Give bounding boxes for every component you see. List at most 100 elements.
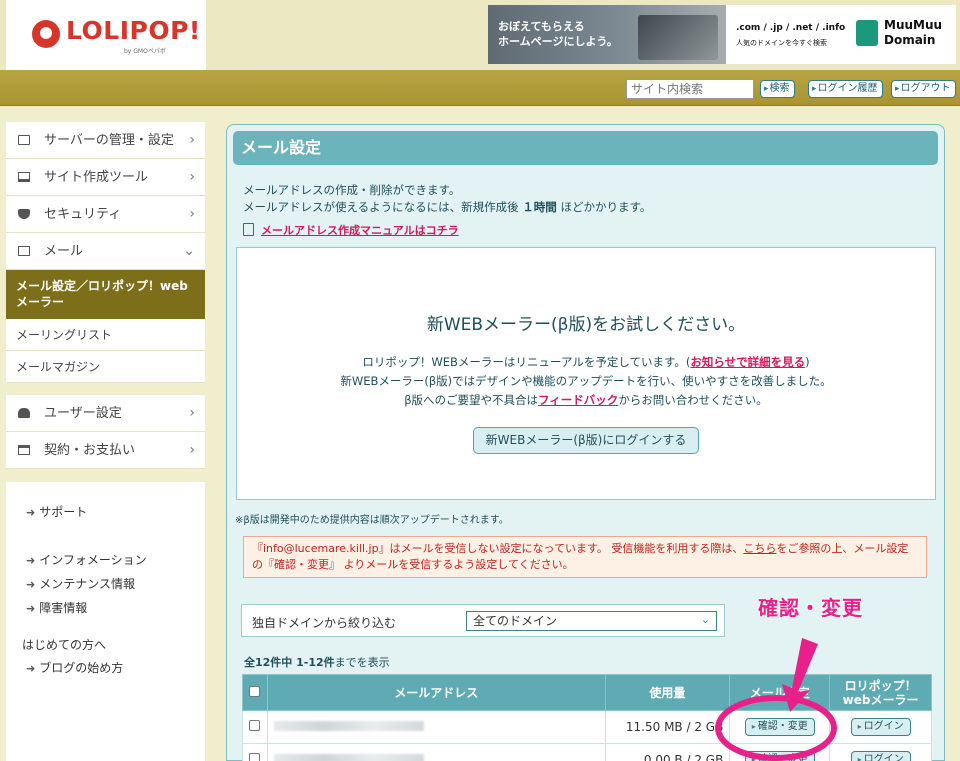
banner-domains: .com / .jp / .net / .info xyxy=(736,23,846,33)
login-history-button[interactable]: ログイン履歴 xyxy=(808,80,883,98)
col-address: メールアドレス xyxy=(266,674,606,711)
banner-tagline: 人気のドメインを今すぐ検索 xyxy=(736,39,827,47)
blog-guide-link[interactable]: ➜ ブログの始め方 xyxy=(26,656,205,680)
row-checkbox[interactable] xyxy=(249,753,261,761)
sidebar-item-label: メール xyxy=(44,244,84,259)
user-icon xyxy=(18,408,30,418)
link-label: インフォメーション xyxy=(39,553,147,567)
sidebar-links: ➜ サポート ➜ インフォメーション ➜ メンテナンス情報 ➜ 障害情報 はじめての方へ… xyxy=(6,482,205,761)
sidebar-item-server[interactable]: サーバーの管理・設定 › xyxy=(6,122,205,159)
new-webmailer-promo: 新WEBメーラー(β版)をお試しください。 ロリポップ！WEBメーラーはリニュー… xyxy=(236,247,936,500)
feedback-link[interactable]: フィードバック xyxy=(538,393,618,407)
computer-icon xyxy=(18,172,30,182)
redacted-address xyxy=(273,721,424,731)
outage-link[interactable]: ➜ 障害情報 xyxy=(26,596,205,620)
row-select-cell xyxy=(242,710,268,744)
address-cell xyxy=(266,710,606,744)
news-link[interactable]: お知らせで詳細を見る xyxy=(690,355,805,369)
card-icon xyxy=(18,445,30,455)
select-all-checkbox[interactable] xyxy=(249,685,261,697)
sidebar-item-mail[interactable]: メール ⌄ xyxy=(6,233,205,270)
first-time-link[interactable]: はじめての方へ xyxy=(22,634,205,656)
document-icon xyxy=(243,223,254,236)
row-select-cell xyxy=(242,743,268,761)
chevron-down-icon: ⌄ xyxy=(700,613,710,626)
annotation-highlight xyxy=(715,638,837,761)
banner-brand: MuuMuu Domain xyxy=(884,18,943,47)
domain-select-value: 全てのドメイン xyxy=(473,614,558,628)
filter-label: 独自ドメインから絞り込む xyxy=(252,616,397,630)
sidebar-item-mail-magazine[interactable]: メールマガジン xyxy=(6,351,205,383)
intro-text: メールアドレスの作成・削除ができます。 メールアドレスが使えるようになるには、新… xyxy=(243,182,651,216)
muumuu-logo-icon xyxy=(856,20,878,46)
link-label: メンテナンス情報 xyxy=(39,577,135,591)
sidebar-item-user-settings[interactable]: ユーザー設定 › xyxy=(6,395,205,432)
row-checkbox[interactable] xyxy=(249,720,261,731)
domain-select[interactable]: 全てのドメイン ⌄ xyxy=(466,611,717,631)
homepage-banner[interactable]: おぼえてもらえる ホームページにしよう。 xyxy=(488,5,726,64)
annotation-label: 確認・変更 xyxy=(758,596,863,620)
intro-line: メールアドレスが使えるようになるには、新規作成後 １時間 ほどかかります。 xyxy=(243,200,652,214)
intro-line: メールアドレスの作成・削除ができます。 xyxy=(243,183,461,197)
promo-description: ロリポップ！WEBメーラーはリニューアルを予定しています。(お知らせで詳細を見る… xyxy=(340,355,832,407)
page-header: LOLIPOP! by GMOペパボ おぼえてもらえる ホームページにしよう。 … xyxy=(0,0,960,70)
annotation-arrow xyxy=(782,638,818,712)
link-label: サポート xyxy=(39,505,88,519)
warning-link[interactable]: こちら xyxy=(743,542,776,555)
chevron-right-icon: › xyxy=(189,132,195,148)
promo-title: 新WEBメーラー(β版)をお試しください。 xyxy=(426,315,746,335)
sidebar-item-mailing-list[interactable]: メーリングリスト xyxy=(6,319,205,351)
arrow-right-icon: ➜ xyxy=(26,662,36,675)
lolipop-logo-mark xyxy=(32,20,60,48)
address-cell xyxy=(266,743,606,761)
domain-filter: 独自ドメインから絞り込む 全てのドメイン ⌄ xyxy=(241,604,725,637)
page-title: メール設定 xyxy=(233,131,938,165)
logout-button[interactable]: ログアウト xyxy=(891,80,956,98)
manual-link[interactable]: メールアドレス作成マニュアルはコチラ xyxy=(243,222,459,238)
banner-text: おぼえてもらえる ホームページにしよう。 xyxy=(498,20,618,48)
sidebar-item-mail-settings[interactable]: メール設定／ロリポップ！webメーラー xyxy=(6,270,205,319)
chevron-down-icon: ⌄ xyxy=(183,243,195,259)
search-button[interactable]: 検索 xyxy=(760,80,795,98)
sidebar-item-label: サイト作成ツール xyxy=(44,170,149,185)
annotation-circle xyxy=(715,695,837,761)
chevron-right-icon: › xyxy=(189,405,195,421)
arrow-right-icon: ➜ xyxy=(26,506,36,519)
new-webmailer-login-button[interactable]: 新WEBメーラー(β版)にログインする xyxy=(473,427,699,454)
sidebar-item-security[interactable]: セキュリティ › xyxy=(6,196,205,233)
receive-warning: 『info@lucemare.kill.jp』はメールを受信しない設定になってい… xyxy=(243,536,927,578)
maintenance-link[interactable]: ➜ メンテナンス情報 xyxy=(26,572,205,596)
sidebar-item-billing[interactable]: 契約・お支払い › xyxy=(6,432,205,469)
arrow-right-icon: ➜ xyxy=(26,602,36,615)
webmailer-login-button[interactable]: ログイン xyxy=(850,718,911,736)
sidebar-item-label: ユーザー設定 xyxy=(44,406,122,421)
lolipop-logo[interactable]: LOLIPOP! by GMOペパボ xyxy=(6,0,206,70)
sidebar-item-site-tools[interactable]: サイト作成ツール › xyxy=(6,159,205,196)
redacted-address xyxy=(273,754,424,761)
sidebar: サーバーの管理・設定 › サイト作成ツール › セキュリティ › メール ⌄ メ… xyxy=(6,122,205,469)
chevron-right-icon: › xyxy=(189,169,195,185)
logo-text: LOLIPOP! xyxy=(66,16,201,45)
sidebar-item-label: サーバーの管理・設定 xyxy=(44,133,174,148)
webmailer-login-button[interactable]: ログイン xyxy=(850,751,911,761)
manual-link-label: メールアドレス作成マニュアルはコチラ xyxy=(261,224,459,237)
chevron-right-icon: › xyxy=(189,442,195,458)
sidebar-item-label: 契約・お支払い xyxy=(44,443,136,458)
top-bar: 検索 ログイン履歴 ログアウト xyxy=(0,70,960,106)
shield-icon xyxy=(18,209,30,219)
link-label: 障害情報 xyxy=(39,601,88,615)
sidebar-item-label: セキュリティ xyxy=(44,207,122,222)
site-search-input[interactable] xyxy=(626,79,754,99)
result-count: 全12件中 1-12件までを表示 xyxy=(244,656,390,669)
information-link[interactable]: ➜ インフォメーション xyxy=(26,548,205,572)
support-link[interactable]: ➜ サポート xyxy=(26,500,205,524)
beta-note: ※β版は開発中のため提供内容は順次アップデートされます。 xyxy=(235,515,509,526)
muumuu-domain-banner[interactable]: .com / .jp / .net / .info 人気のドメインを今すぐ検索 … xyxy=(726,5,956,64)
arrow-right-icon: ➜ xyxy=(26,554,36,567)
arrow-right-icon: ➜ xyxy=(26,578,36,591)
server-icon xyxy=(18,135,30,145)
logo-byline: by GMOペパボ xyxy=(124,48,166,55)
banner-photo xyxy=(638,15,718,60)
mail-icon xyxy=(18,246,30,256)
link-label: ブログの始め方 xyxy=(39,661,124,675)
